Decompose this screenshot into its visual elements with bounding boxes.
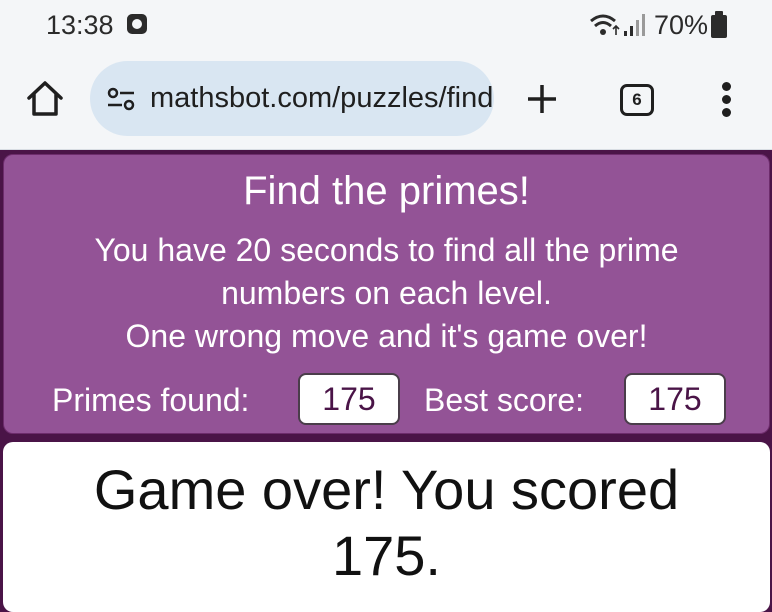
primes-found-value: 175 (298, 373, 400, 425)
score-row: Primes found: 175 Best score: 175 (4, 373, 769, 427)
game-warning: One wrong move and it's game over! (125, 318, 648, 354)
new-tab-icon[interactable] (526, 83, 558, 115)
game-description: You have 20 seconds to find all the prim… (94, 232, 679, 311)
best-score-value: 175 (624, 373, 726, 425)
home-icon[interactable] (24, 78, 66, 120)
tab-switcher-button[interactable]: 6 (620, 84, 654, 116)
game-title: Find the primes! (243, 169, 530, 213)
page-content: Find the primes! You have 20 seconds to … (0, 151, 772, 612)
alarm-clock-icon (127, 14, 147, 34)
battery-icon (711, 11, 727, 38)
address-bar[interactable]: mathsbot.com/puzzles/find-the-primes (90, 61, 494, 136)
more-options-icon[interactable] (716, 80, 738, 120)
status-bar: 13:38 70% (0, 0, 772, 50)
game-over-message: Game over! You scored 175. (93, 458, 680, 587)
signal-strength-icon (624, 14, 645, 36)
url-text[interactable]: mathsbot.com/puzzles/find-the-primes (150, 82, 494, 115)
info-panel: Find the primes! You have 20 seconds to … (3, 154, 770, 434)
best-score-label: Best score: (424, 382, 585, 418)
site-settings-icon[interactable] (106, 85, 136, 113)
result-panel: Game over! You scored 175. (3, 442, 770, 612)
browser-toolbar: mathsbot.com/puzzles/find-the-primes 6 (0, 50, 772, 150)
wifi-icon (590, 14, 620, 35)
status-time: 13:38 (46, 10, 114, 40)
battery-percent: 70% (654, 10, 709, 40)
primes-found-label: Primes found: (52, 382, 250, 418)
